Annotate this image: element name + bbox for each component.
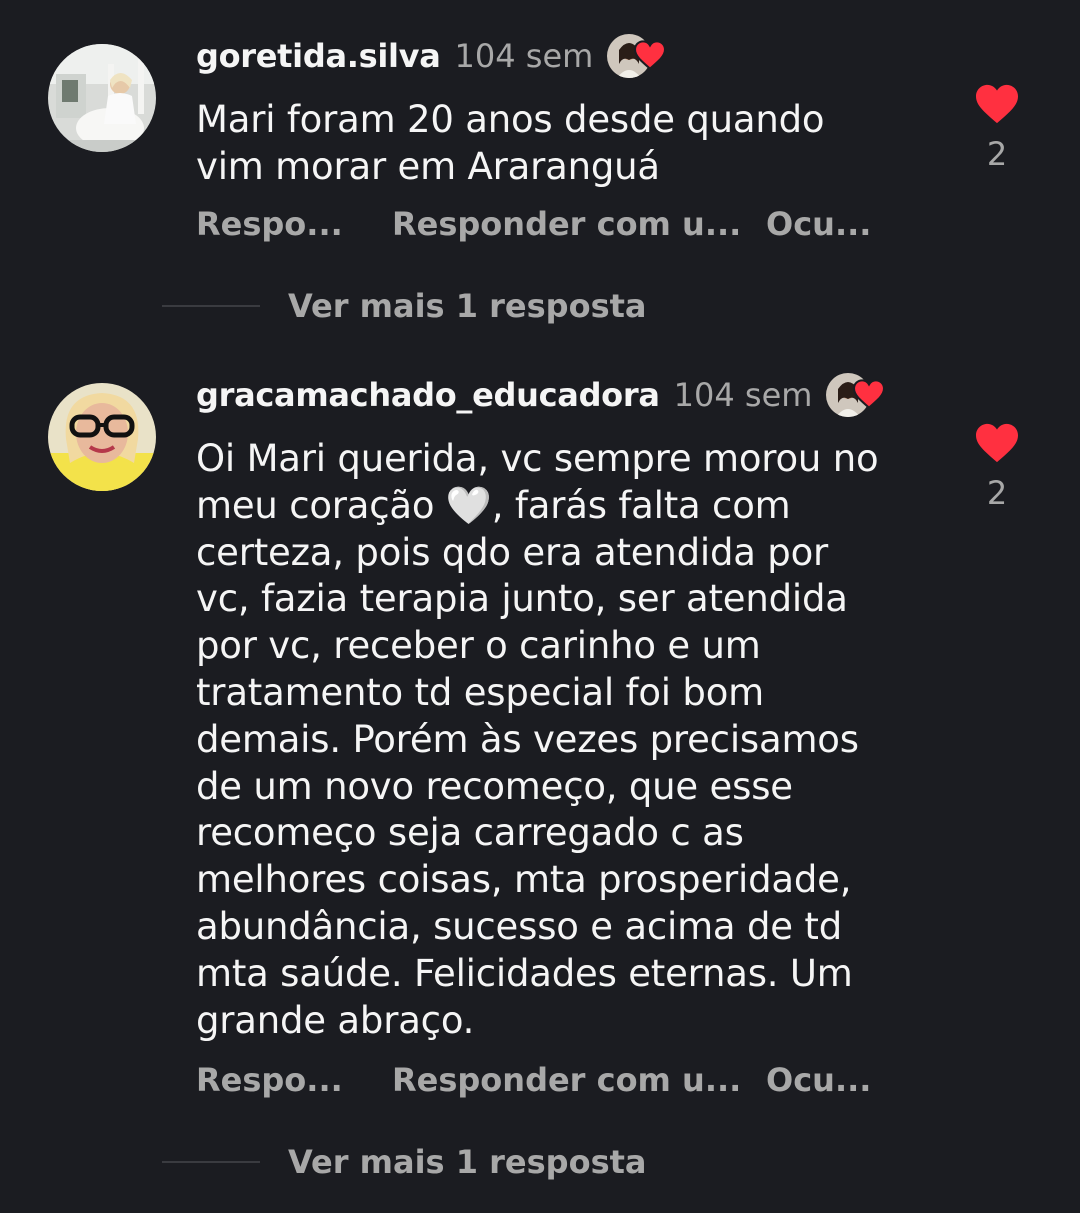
avatar[interactable] <box>48 44 156 152</box>
view-more-replies[interactable]: Ver mais 1 resposta <box>162 284 647 328</box>
like-heart-icon[interactable] <box>968 422 1026 468</box>
timestamp: 104 sem <box>454 37 594 75</box>
divider <box>162 305 260 307</box>
like-count: 2 <box>986 474 1008 512</box>
comment-meta: goretida.silva 104 sem <box>196 32 671 80</box>
like-heart-icon[interactable] <box>968 83 1026 129</box>
username[interactable]: gracamachado_educadora <box>196 376 660 414</box>
heart-icon <box>852 379 886 413</box>
comment-text: Oi Mari querida, vc sempre morou no meu … <box>196 436 936 1044</box>
heart-icon <box>633 40 667 74</box>
like-column: 2 <box>968 422 1026 512</box>
hide-button[interactable]: Ocu... <box>766 1061 871 1099</box>
view-more-replies-label[interactable]: Ver mais 1 resposta <box>288 287 647 325</box>
hide-button[interactable]: Ocu... <box>766 205 871 243</box>
liked-by-creator-badge <box>607 32 671 80</box>
timestamp: 104 sem <box>673 376 813 414</box>
view-more-replies-label[interactable]: Ver mais 1 resposta <box>288 1143 647 1181</box>
reply-button[interactable]: Respo... <box>196 1061 343 1099</box>
like-count: 2 <box>986 135 1008 173</box>
view-more-replies[interactable]: Ver mais 1 resposta <box>162 1140 647 1184</box>
reply-with-button[interactable]: Responder com u... <box>392 1061 741 1099</box>
reply-with-button[interactable]: Responder com u... <box>392 205 741 243</box>
comment-meta: gracamachado_educadora 104 sem <box>196 371 890 419</box>
reply-button[interactable]: Respo... <box>196 205 343 243</box>
liked-by-creator-badge <box>826 371 890 419</box>
avatar[interactable] <box>48 383 156 491</box>
divider <box>162 1161 260 1163</box>
username[interactable]: goretida.silva <box>196 37 441 75</box>
comment-text: Mari foram 20 anos desde quando vim mora… <box>196 98 825 188</box>
comment-text-part-2: , farás falta com certeza, pois qdo era … <box>196 483 859 1042</box>
white-heart-emoji: 🤍 <box>445 483 492 527</box>
like-column: 2 <box>968 83 1026 173</box>
